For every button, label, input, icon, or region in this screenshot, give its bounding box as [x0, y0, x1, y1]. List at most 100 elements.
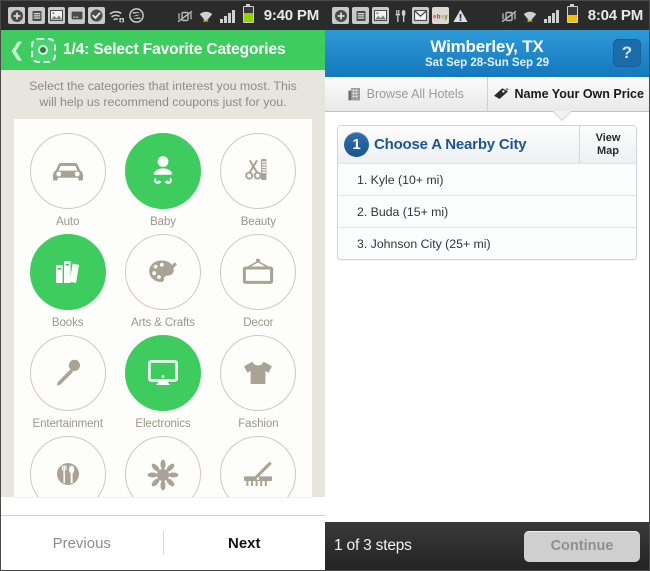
hotel-icon: [348, 87, 361, 101]
right-status-bar: ebay 8:04 PM: [325, 1, 649, 30]
left-phone-panel: 9:40 PM ❮ 1/4: Select Favorite Categorie…: [0, 0, 325, 571]
tab-name-your-own-price[interactable]: Name Your Own Price: [486, 77, 650, 111]
right-content: 1 Choose A Nearby City View Map 1. Kyle …: [325, 112, 649, 260]
page-title: 1/4: Select Favorite Categories: [62, 41, 286, 58]
category-label: Auto: [56, 216, 80, 228]
category-label: Electronics: [135, 418, 191, 430]
signal-bars-icon: [219, 8, 236, 23]
next-button[interactable]: Next: [164, 535, 326, 552]
left-footer-nav: Previous Next: [1, 515, 325, 570]
s-circle-icon: [128, 7, 145, 24]
right-footer-bar: 1 of 3 steps Continue: [325, 522, 649, 570]
status-time: 9:40 PM: [263, 7, 319, 24]
category-item-arts-crafts[interactable]: Arts & Crafts: [115, 234, 210, 329]
svg-text:y: y: [444, 14, 448, 20]
back-chevron-icon[interactable]: ❮: [9, 41, 25, 60]
comb-scissors-icon: [220, 133, 297, 209]
left-content: Auto Baby Beauty Books Arts & Crafts Dec…: [1, 119, 325, 497]
right-app-header: Wimberley, TX Sat Sep 28-Sun Sep 29 ?: [325, 30, 649, 77]
dual-phone-screenshot: 9:40 PM ❮ 1/4: Select Favorite Categorie…: [0, 0, 650, 571]
calendar-icon: [352, 7, 369, 24]
step-progress-label: 1 of 3 steps: [334, 537, 412, 554]
battery-icon: [564, 4, 581, 23]
card-heading: Choose A Nearby City: [374, 136, 527, 153]
instructions-text: Select the categories that interest you …: [1, 70, 325, 119]
restaurant-icon: [392, 7, 409, 24]
right-phone-panel: ebay 8:04 PM Wimberley, TX Sat Sep 28-Su…: [325, 0, 650, 571]
category-label: Books: [51, 317, 84, 329]
microphone-icon: [29, 335, 106, 411]
monitor-icon: [124, 335, 201, 411]
wifi-icon: [522, 8, 539, 23]
ebay-icon: ebay: [432, 7, 449, 24]
category-item-dining[interactable]: [20, 436, 115, 497]
gallery-icon: [372, 7, 389, 24]
list-item[interactable]: 1. Kyle (10+ mi): [338, 163, 636, 195]
category-label: Fashion: [238, 418, 279, 430]
gallery-icon: [48, 7, 65, 24]
add-icon: [8, 7, 25, 24]
message-icon: [68, 7, 85, 24]
books-icon: [29, 234, 106, 310]
wifi-icon: [198, 8, 215, 23]
calendar-icon: [28, 7, 45, 24]
picture-frame-icon: [220, 234, 297, 310]
baby-icon: [124, 133, 201, 209]
battery-icon: [240, 4, 257, 23]
signal-bars-icon: [543, 8, 560, 23]
destination-title: Wimberley, TX: [430, 37, 544, 56]
category-card: Auto Baby Beauty Books Arts & Crafts Dec…: [14, 119, 312, 497]
card-header: 1 Choose A Nearby City View Map: [338, 126, 636, 163]
garden-rake-icon: [220, 436, 297, 497]
left-status-bar: 9:40 PM: [1, 1, 325, 30]
view-map-line1: View: [595, 131, 621, 144]
category-item-electronics[interactable]: Electronics: [115, 335, 210, 430]
tab-browse-all-hotels[interactable]: Browse All Hotels: [325, 77, 487, 111]
category-label: Baby: [150, 216, 176, 228]
mail-icon: [412, 7, 429, 24]
category-item-baby[interactable]: Baby: [115, 133, 210, 228]
checkmark-icon: [88, 7, 105, 24]
step-badge: 1: [344, 132, 369, 157]
category-item-garden-flower[interactable]: [115, 436, 210, 497]
add-icon: [332, 7, 349, 24]
flower-sun-icon: [124, 436, 201, 497]
category-label: Decor: [243, 317, 274, 329]
continue-button[interactable]: Continue: [524, 530, 640, 562]
car-icon: [29, 133, 106, 209]
list-item[interactable]: 2. Buda (15+ mi): [338, 195, 636, 227]
vibrate-mute-icon: [501, 8, 518, 23]
list-item[interactable]: 3. Johnson City (25+ mi): [338, 227, 636, 259]
category-item-decor[interactable]: Decor: [211, 234, 306, 329]
category-label: Arts & Crafts: [131, 317, 195, 329]
date-range: Sat Sep 28-Sun Sep 29: [425, 57, 549, 69]
warning-icon: [452, 7, 469, 24]
tab-label: Browse All Hotels: [366, 87, 464, 101]
dining-icon: [29, 436, 106, 497]
category-grid: Auto Baby Beauty Books Arts & Crafts Dec…: [20, 133, 306, 497]
wifi-transfer-icon: [108, 7, 125, 24]
category-item-auto[interactable]: Auto: [20, 133, 115, 228]
vibrate-mute-icon: [177, 8, 194, 23]
status-time: 8:04 PM: [587, 7, 643, 24]
nearby-city-card: 1 Choose A Nearby City View Map 1. Kyle …: [337, 125, 637, 260]
category-item-books[interactable]: Books: [20, 234, 115, 329]
view-map-line2: Map: [597, 144, 619, 157]
previous-button[interactable]: Previous: [1, 535, 163, 552]
tshirt-icon: [220, 335, 297, 411]
view-map-button[interactable]: View Map: [579, 126, 636, 163]
tab-label: Name Your Own Price: [514, 87, 644, 101]
price-tag-icon: [493, 87, 509, 101]
category-item-beauty[interactable]: Beauty: [211, 133, 306, 228]
category-label: Beauty: [240, 216, 276, 228]
category-item-fashion[interactable]: Fashion: [211, 335, 306, 430]
category-item-entertainment[interactable]: Entertainment: [20, 335, 115, 430]
tab-bar: Browse All Hotels Name Your Own Price: [325, 77, 650, 120]
left-app-header: ❮ 1/4: Select Favorite Categories: [1, 30, 325, 70]
active-tab-caret: [552, 111, 571, 120]
category-item-garden-rake[interactable]: [211, 436, 306, 497]
palette-brush-icon: [124, 234, 201, 310]
category-label: Entertainment: [32, 418, 103, 430]
coupon-app-icon: [30, 37, 56, 63]
help-icon[interactable]: ?: [613, 39, 641, 67]
